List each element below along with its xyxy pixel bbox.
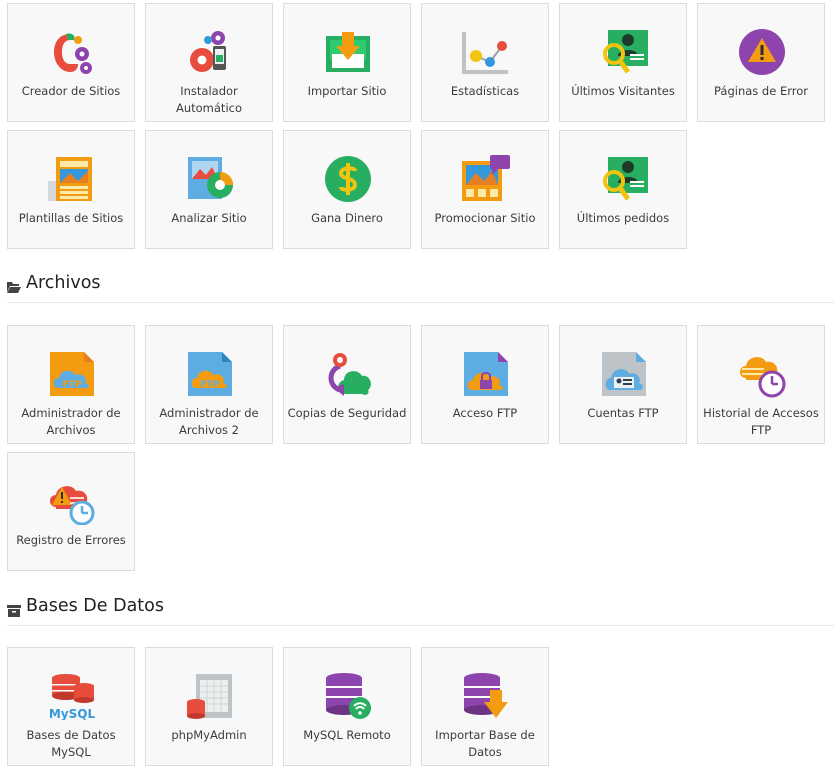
file-manager-2-icon: FTP (186, 350, 234, 398)
tile-latest-visitors[interactable]: Últimos Visitantes (559, 3, 687, 122)
error-pages-icon (738, 28, 786, 76)
error-log-icon (48, 477, 96, 525)
promote-site-icon (462, 155, 510, 203)
tile-ftp-accounts[interactable]: Cuentas FTP (559, 325, 687, 444)
ftp-icon-text: FTP (201, 380, 220, 390)
ftp-history-icon (738, 350, 786, 398)
tile-ftp-access[interactable]: Acceso FTP (421, 325, 549, 444)
tile-label: Estadísticas (450, 84, 520, 98)
tile-mysql-databases[interactable]: MySQL Bases de Datos MySQL (7, 647, 135, 766)
tile-label: Instalador Automático (175, 84, 242, 115)
tile-site-builder[interactable]: Creador de Sitios (7, 3, 135, 122)
site-builder-icon (48, 28, 96, 76)
tile-label: Importar Base de Datos (435, 728, 535, 759)
phpmyadmin-icon (186, 672, 234, 720)
mysql-databases-icon: MySQL (48, 672, 96, 720)
tile-label: Plantillas de Sitios (18, 211, 124, 225)
tile-promote-site[interactable]: Promocionar Sitio (421, 130, 549, 249)
tile-label: Promocionar Sitio (434, 211, 536, 225)
ftp-access-icon (462, 350, 510, 398)
ftp-icon-text: FTP (63, 380, 82, 390)
tile-error-log[interactable]: Registro de Errores (7, 452, 135, 571)
ftp-accounts-icon (600, 350, 648, 398)
tile-label: Últimos Visitantes (571, 84, 675, 98)
earn-money-icon (324, 155, 372, 203)
tile-phpmyadmin[interactable]: phpMyAdmin (145, 647, 273, 766)
tile-label: Copias de Seguridad (287, 406, 407, 420)
tile-ftp-history[interactable]: Historial de Accesos FTP (697, 325, 825, 444)
tile-statistics[interactable]: Estadísticas (421, 3, 549, 122)
backups-icon (324, 350, 372, 398)
mysql-icon-text: MySQL (49, 707, 96, 720)
folder-open-icon (7, 279, 21, 293)
analyze-site-icon (186, 155, 234, 203)
tile-site-templates[interactable]: Plantillas de Sitios (7, 130, 135, 249)
tile-label: Administrador de Archivos (21, 406, 121, 437)
tile-label: Páginas de Error (713, 84, 808, 98)
latest-visitors-icon (600, 28, 648, 76)
tile-label: Últimos pedidos (576, 211, 670, 225)
remote-mysql-icon (324, 672, 372, 720)
archive-icon (7, 602, 21, 617)
file-manager-icon: FTP (48, 350, 96, 398)
auto-installer-icon (186, 28, 234, 76)
tile-label: Acceso FTP (452, 406, 518, 420)
latest-orders-icon (600, 155, 648, 203)
tile-label: phpMyAdmin (171, 728, 247, 742)
tile-latest-orders[interactable]: Últimos pedidos (559, 130, 687, 249)
tile-error-pages[interactable]: Páginas de Error (697, 3, 825, 122)
tile-file-manager-2[interactable]: FTP Administrador de Archivos 2 (145, 325, 273, 444)
tile-label: Registro de Errores (16, 533, 126, 547)
tile-file-manager[interactable]: FTP Administrador de Archivos (7, 325, 135, 444)
section-title: Bases De Datos (26, 596, 164, 616)
tile-import-database[interactable]: Importar Base de Datos (421, 647, 549, 766)
import-database-icon (462, 672, 510, 720)
section-archivos-header: Archivos (7, 272, 834, 303)
tile-label: Bases de Datos MySQL (26, 728, 116, 759)
tile-earn-money[interactable]: Gana Dinero (283, 130, 411, 249)
tile-label: Analizar Sitio (171, 211, 247, 225)
section-bases-de-datos-header: Bases De Datos (7, 595, 834, 626)
tile-label: Importar Sitio (307, 84, 387, 98)
tile-remote-mysql[interactable]: MySQL Remoto (283, 647, 411, 766)
tile-import-site[interactable]: Importar Sitio (283, 3, 411, 122)
tile-backups[interactable]: Copias de Seguridad (283, 325, 411, 444)
tile-label: Historial de Accesos FTP (703, 406, 819, 437)
section-title: Archivos (26, 273, 101, 293)
tile-label: Gana Dinero (311, 211, 383, 225)
tile-label: Cuentas FTP (587, 406, 659, 420)
tile-label: MySQL Remoto (303, 728, 391, 742)
import-site-icon (324, 28, 372, 76)
tile-label: Creador de Sitios (21, 84, 121, 98)
site-templates-icon (48, 155, 96, 203)
tile-analyze-site[interactable]: Analizar Sitio (145, 130, 273, 249)
tile-auto-installer[interactable]: Instalador Automático (145, 3, 273, 122)
tile-label: Administrador de Archivos 2 (159, 406, 259, 437)
statistics-icon (462, 28, 510, 76)
